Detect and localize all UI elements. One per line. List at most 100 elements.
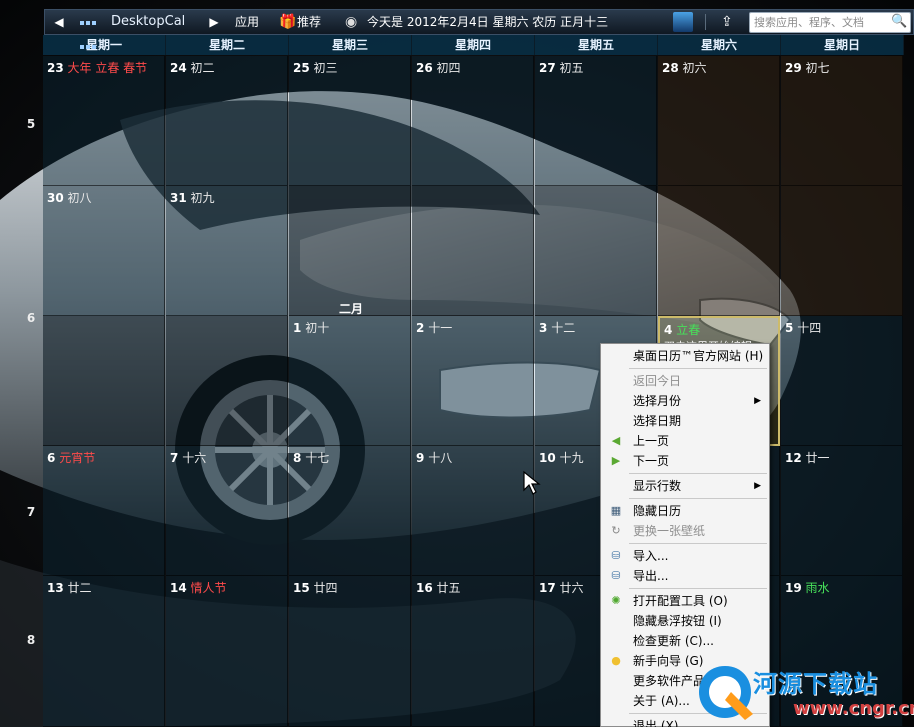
calendar-day-cell[interactable] <box>658 186 780 316</box>
calendar-day-cell[interactable]: 31 初九 <box>166 186 288 316</box>
calendar-day-cell[interactable]: 1 初十 <box>289 316 411 446</box>
menu-item-label: 导出... <box>633 569 669 583</box>
calendar-day-cell[interactable]: 25 初三 <box>289 56 411 186</box>
day-number: 28 <box>662 61 679 75</box>
lunar-date-label: 十七 <box>305 451 330 465</box>
menu-item-label: 返回今日 <box>633 374 682 388</box>
context-menu-item[interactable]: 隐藏悬浮按钮 (I) <box>601 611 769 631</box>
calendar-day-cell[interactable]: 5 十四 <box>781 316 903 446</box>
calendar-day-cell[interactable] <box>781 186 903 316</box>
context-menu-item[interactable]: 检查更新 (C)... <box>601 631 769 651</box>
weekday-fri: 星期五 <box>535 35 658 55</box>
lunar-date-label: 初三 <box>313 61 338 75</box>
lunar-date-label: 廿四 <box>313 581 338 595</box>
lunar-date-label: 十八 <box>428 451 453 465</box>
calendar-day-cell[interactable]: 15 廿四 <box>289 576 411 727</box>
calendar-day-cell[interactable]: 27 初五 <box>535 56 657 186</box>
share-icon[interactable]: ⇪ <box>721 10 743 34</box>
day-number: 30 <box>47 191 64 205</box>
context-menu-item[interactable]: 显示行数 ▶ <box>601 476 769 496</box>
calendar-day-cell[interactable]: 14 情人节 <box>166 576 288 727</box>
calendar-day-cell[interactable]: 29 初七 <box>781 56 903 186</box>
menu-separator <box>629 368 767 369</box>
day-number: 5 <box>785 321 794 335</box>
context-menu-item[interactable]: ◀ 上一页 <box>601 431 769 451</box>
apps-grid-icon[interactable] <box>79 10 97 49</box>
lunar-date-label: 立春 <box>676 323 701 337</box>
calendar-day-cell[interactable] <box>43 316 165 446</box>
calendar-day-cell[interactable]: 6 元宵节 <box>43 446 165 576</box>
lunar-date-label: 情人节 <box>190 581 227 595</box>
calendar-icon: ▦ <box>610 504 622 517</box>
context-menu-item[interactable]: ⛁ 导入... <box>601 546 769 566</box>
user-avatar-icon[interactable] <box>673 12 693 32</box>
menu-item-label: 打开配置工具 (O) <box>633 594 728 608</box>
week-number: 5 <box>26 117 36 131</box>
menu-separator <box>629 543 767 544</box>
globe-icon[interactable]: ◉ <box>345 10 363 34</box>
forward-arrow-icon[interactable]: ▶ <box>205 10 223 34</box>
calendar-day-cell[interactable] <box>166 316 288 446</box>
back-arrow-icon[interactable]: ◀ <box>49 10 69 34</box>
calendar-day-cell[interactable] <box>535 186 657 316</box>
lunar-date-label: 初二 <box>190 61 215 75</box>
week-number-column: 5 6 7 8 <box>20 55 42 727</box>
day-number: 29 <box>785 61 802 75</box>
lunar-date-label: 初四 <box>436 61 461 75</box>
refresh-icon: ↻ <box>611 524 621 537</box>
calendar-day-cell[interactable]: 7 十六 <box>166 446 288 576</box>
apps-button[interactable]: 应用 <box>235 10 259 34</box>
calendar-day-cell[interactable]: 8 十七 <box>289 446 411 576</box>
day-number: 24 <box>170 61 187 75</box>
gift-icon[interactable]: 🎁 <box>279 10 296 34</box>
search-input[interactable] <box>749 12 911 33</box>
context-menu-item[interactable]: 选择月份 ▶ <box>601 391 769 411</box>
day-number: 31 <box>170 191 187 205</box>
day-number: 1 <box>293 321 302 335</box>
lunar-date-label: 十四 <box>797 321 822 335</box>
context-menu-item[interactable]: 桌面日历™官方网站 (H) <box>601 346 769 366</box>
context-menu-item[interactable]: ▦ 隐藏日历 <box>601 501 769 521</box>
calendar-day-cell[interactable]: 16 廿五 <box>412 576 534 727</box>
calendar-day-cell[interactable] <box>412 186 534 316</box>
day-number: 12 <box>785 451 802 465</box>
week-number: 8 <box>26 633 36 647</box>
calendar-day-cell[interactable]: 28 初六 <box>658 56 780 186</box>
search-icon[interactable]: 🔍 <box>891 10 907 34</box>
site-watermark: 河源下载站 www.cngr.cn <box>693 660 914 727</box>
left-arrow-icon: ◀ <box>611 434 621 447</box>
calendar-day-cell[interactable]: 30 初八 <box>43 186 165 316</box>
lunar-date-label: 元宵节 <box>59 451 96 465</box>
menu-item-label: 选择月份 <box>633 394 682 408</box>
month-label: 二月 <box>338 302 363 316</box>
calendar-day-cell[interactable]: 23 大年 立春 春节 <box>43 56 165 186</box>
menu-item-label: 桌面日历™官方网站 (H) <box>633 349 764 363</box>
mouse-cursor-icon <box>523 470 541 495</box>
lunar-date-label: 十九 <box>559 451 584 465</box>
context-menu-item[interactable]: ▶ 下一页 <box>601 451 769 471</box>
calendar-day-cell[interactable]: 13 廿二 <box>43 576 165 727</box>
recommend-button[interactable]: 推荐 <box>297 10 321 34</box>
calendar-day-cell[interactable]: 12 廿一 <box>781 446 903 576</box>
context-menu-item[interactable]: ⛁ 导出... <box>601 566 769 586</box>
calendar-day-cell[interactable]: 9 十八 <box>412 446 534 576</box>
toolbar-divider <box>705 14 706 30</box>
context-menu-item[interactable]: 选择日期 <box>601 411 769 431</box>
lunar-date-label: 初五 <box>559 61 584 75</box>
calendar-day-cell[interactable]: 26 初四 <box>412 56 534 186</box>
gear-icon: ✺ <box>611 594 621 607</box>
watermark-title: 河源下载站 <box>753 670 878 698</box>
menu-item-label: 隐藏悬浮按钮 (I) <box>633 614 722 628</box>
right-arrow-icon: ▶ <box>611 454 621 467</box>
menu-item-label: 上一页 <box>633 434 670 448</box>
calendar-day-cell[interactable] <box>289 186 411 316</box>
context-menu-item[interactable]: ✺ 打开配置工具 (O) <box>601 591 769 611</box>
lunar-date-label: 十六 <box>182 451 207 465</box>
day-number: 3 <box>539 321 548 335</box>
calendar-day-cell[interactable]: 2 十一 <box>412 316 534 446</box>
day-number: 26 <box>416 61 433 75</box>
lunar-date-label: 十一 <box>428 321 453 335</box>
weekday-sun: 星期日 <box>781 35 904 55</box>
lightbulb-icon: ● <box>611 654 621 667</box>
calendar-day-cell[interactable]: 24 初二 <box>166 56 288 186</box>
